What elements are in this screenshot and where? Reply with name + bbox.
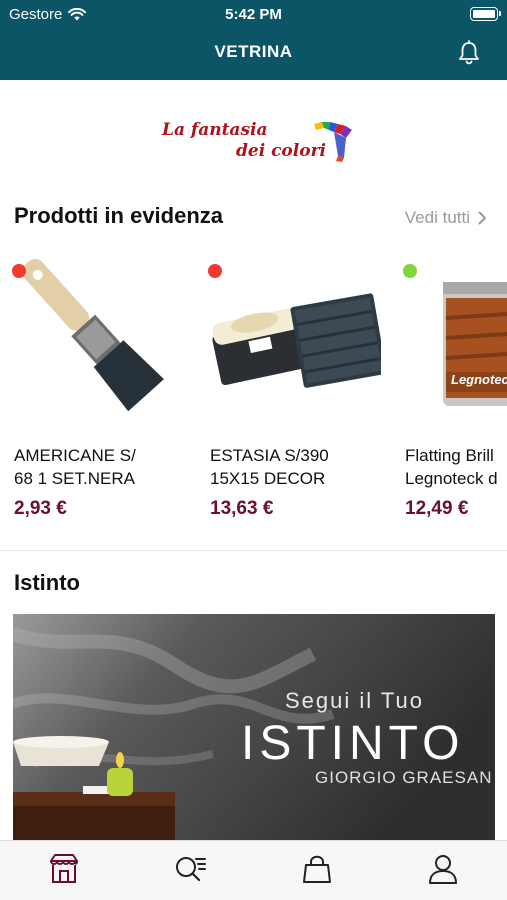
page-title: VETRINA [214,42,293,61]
section-title-istinto: Istinto [14,570,80,595]
product-name: Flatting Brill Legnoteck d [405,446,498,488]
product-card[interactable]: AMERICANE S/ 68 1 SET.NERA 2,93 € [0,248,185,538]
user-icon[interactable] [425,851,461,887]
nav-bar: VETRINA [0,30,507,80]
bell-icon[interactable] [455,39,483,67]
section-title-featured: Prodotti in evidenza [14,203,224,228]
istinto-banner[interactable]: Segui il Tuo ISTINTO GIORGIO GRAESAN [13,614,495,840]
shopping-bag-icon[interactable] [299,851,335,887]
status-bar: Gestore 5:42 PM [0,0,507,30]
availability-dot [403,264,417,278]
status-time: 5:42 PM [225,6,282,23]
banner-headline: ISTINTO [241,717,465,770]
banner-tagline: Segui il Tuo [285,688,424,713]
product-card[interactable]: Legnoteck Flatting Brill Legnoteck d 12,… [391,248,507,538]
banner-brand: GIORGIO GRAESAN [315,768,493,787]
product-card[interactable]: ESTASIA S/390 15X15 DECOR 13,63 € [196,248,381,538]
tab-bar [0,840,507,900]
paintbrush-image [22,259,164,412]
store-icon[interactable] [46,851,82,887]
color-brush-logo-icon [314,122,352,162]
see-all-label: Vedi tutti [404,208,470,227]
can-label: Legnoteck [451,372,507,387]
logo-line1: La fantasia [162,120,268,140]
availability-dot [12,264,26,278]
section-divider [0,550,507,551]
search-list-icon[interactable] [172,851,208,887]
availability-dot [208,264,222,278]
product-price: 13,63 € [210,498,274,519]
product-price: 12,49 € [405,498,469,519]
product-price: 2,93 € [14,498,67,519]
brand-logo: La fantasia dei colori [160,118,360,166]
battery-icon [470,7,501,21]
product-name: ESTASIA S/390 15X15 DECOR [210,446,329,488]
decor-tool-image [212,293,381,388]
product-name: AMERICANE S/ 68 1 SET.NERA [14,446,136,488]
see-all-link[interactable]: Vedi tutti [405,208,487,228]
chevron-right-icon [478,211,486,225]
product-carousel[interactable]: AMERICANE S/ 68 1 SET.NERA 2,93 € ESTASI… [0,248,507,538]
